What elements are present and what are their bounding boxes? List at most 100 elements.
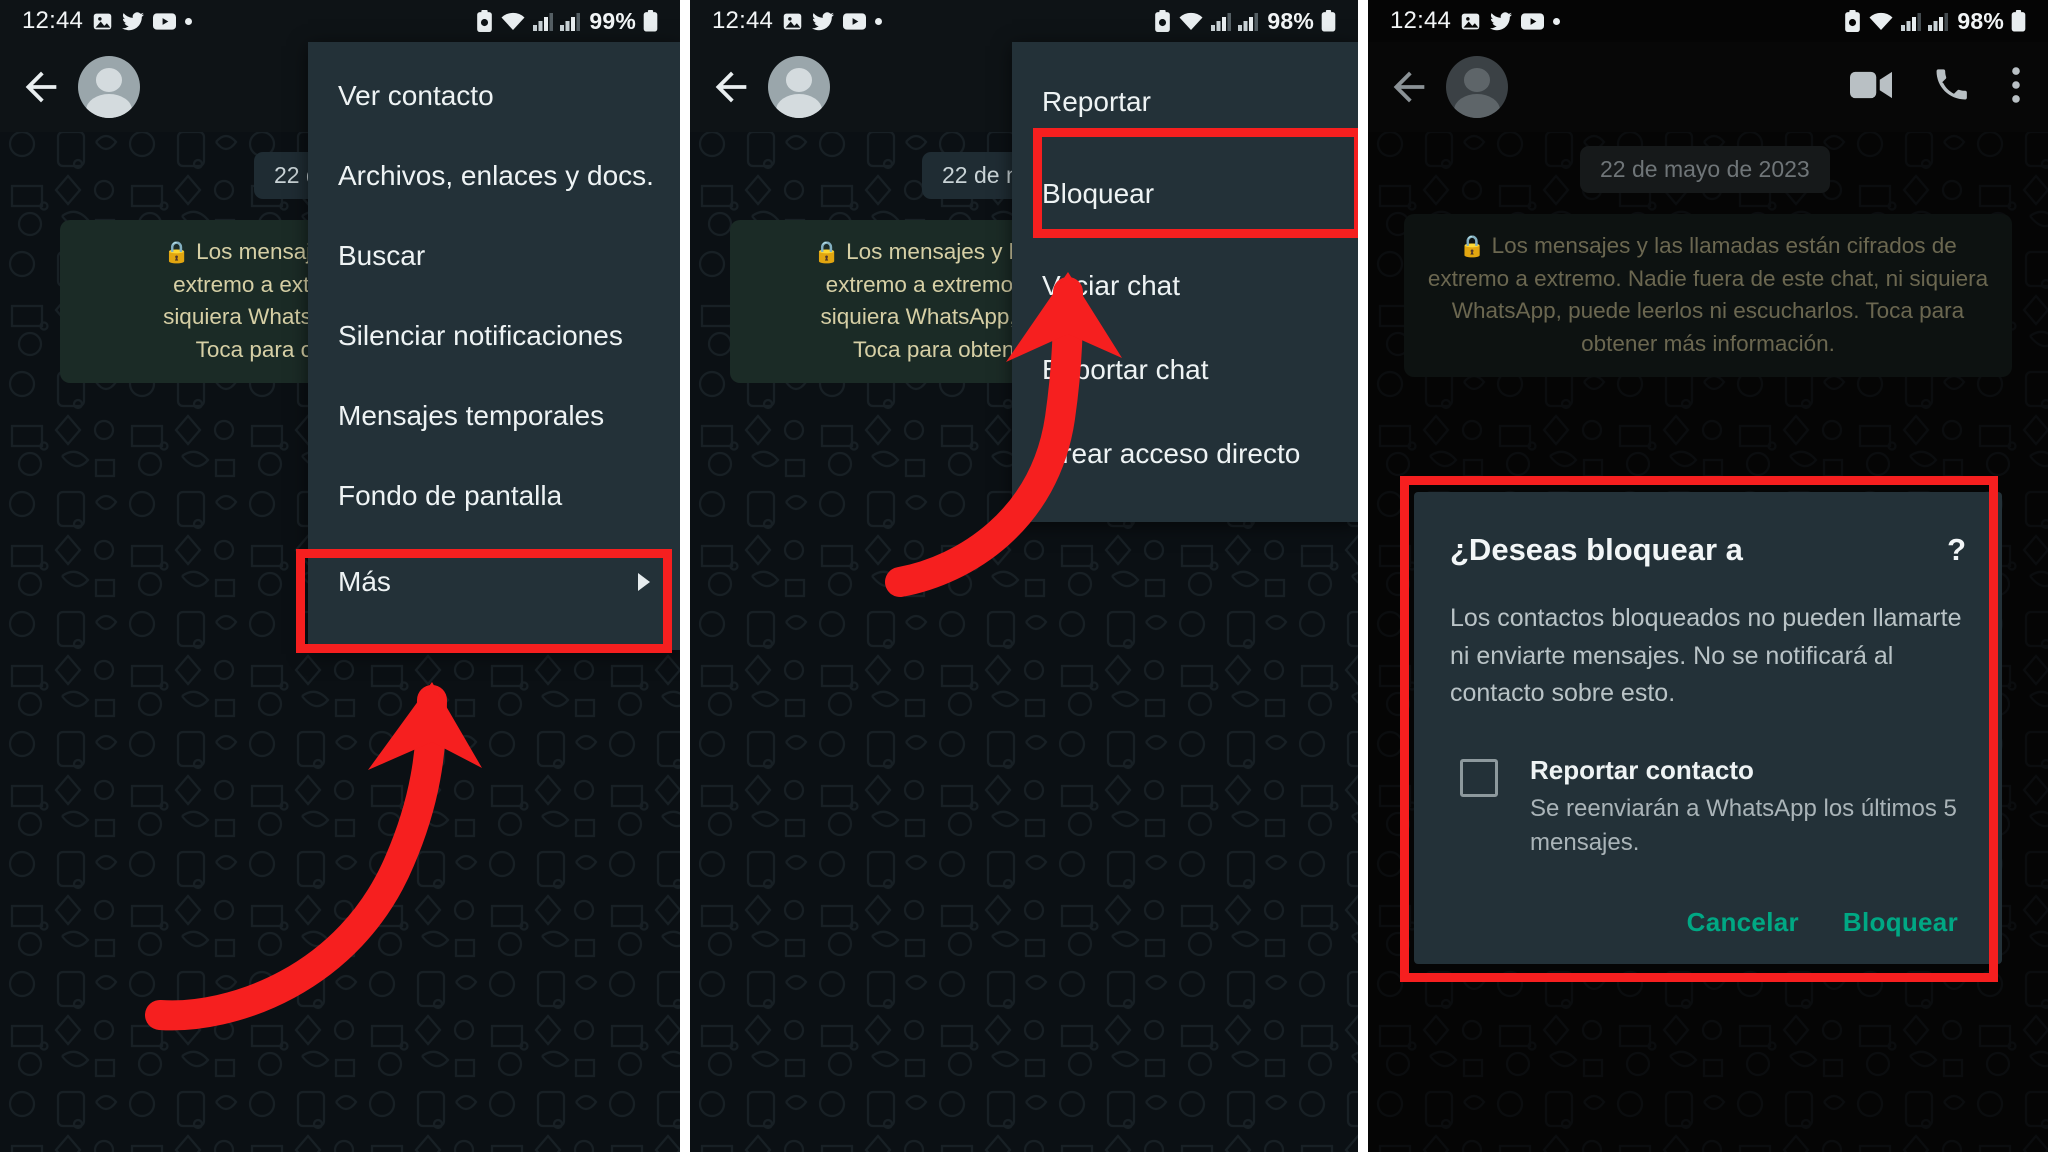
dot-icon <box>875 17 883 25</box>
signal-2-icon <box>560 12 581 31</box>
menu-item-exportar-chat[interactable]: Exportar chat <box>1012 328 1358 412</box>
app-bar-actions <box>1850 66 2030 109</box>
twitter-icon <box>1490 11 1513 31</box>
status-time: 12:44 <box>1390 7 1452 34</box>
phone-panel-1: 12:44 99% 22 de 🔒 Los mensajes extremo a… <box>0 0 680 1152</box>
menu-item-crear-acceso-directo[interactable]: Crear acceso directo <box>1012 412 1358 496</box>
menu-item-reportar[interactable]: Reportar <box>1012 60 1358 144</box>
menu-item-label: Exportar chat <box>1042 354 1209 385</box>
back-arrow-icon[interactable] <box>1386 64 1432 110</box>
menu-item-label: Silenciar notificaciones <box>338 320 623 351</box>
menu-item-buscar[interactable]: Buscar <box>308 216 680 296</box>
report-contact-texts: Reportar contacto Se reenviarán a WhatsA… <box>1530 755 1966 862</box>
battery-saver-icon <box>1154 9 1171 33</box>
battery-percent: 98% <box>1267 7 1314 34</box>
youtube-icon <box>153 12 177 30</box>
signal-1-icon <box>1901 12 1922 31</box>
signal-2-icon <box>1238 12 1259 31</box>
app-bar <box>1368 42 2048 132</box>
phone-panel-2: 12:44 98% 22 de ma 🔒 Los mensajes y extr… <box>690 0 1358 1152</box>
battery-saver-icon <box>476 9 493 33</box>
menu-item-label: Vaciar chat <box>1042 270 1180 301</box>
dialog-title: ¿Deseas bloquear a <box>1450 532 1743 567</box>
dot-icon <box>1553 17 1561 25</box>
contact-avatar[interactable] <box>1446 56 1508 118</box>
twitter-icon <box>812 11 835 31</box>
contact-avatar[interactable] <box>768 56 830 118</box>
menu-item-label: Ver contacto <box>338 80 494 111</box>
menu-item-label: Fondo de pantalla <box>338 480 563 511</box>
back-arrow-icon[interactable] <box>18 64 64 110</box>
dialog-body-text: Los contactos bloqueados no pueden llama… <box>1450 604 1962 707</box>
dot-icon <box>185 17 193 25</box>
battery-percent: 98% <box>1957 7 2004 34</box>
battery-icon <box>643 10 658 32</box>
status-time: 12:44 <box>712 7 774 34</box>
phone-call-icon[interactable] <box>1934 68 1968 107</box>
signal-2-icon <box>1928 12 1949 31</box>
report-contact-label: Reportar contacto <box>1530 754 1754 785</box>
report-contact-checkbox[interactable] <box>1460 758 1498 797</box>
lock-icon: 🔒 <box>813 241 840 264</box>
menu-item-label: Bloquear <box>1042 178 1155 209</box>
status-bar-left: 12:44 <box>712 7 883 35</box>
back-arrow-icon[interactable] <box>708 64 754 110</box>
battery-percent: 99% <box>589 7 636 34</box>
menu-item-vaciar-chat[interactable]: Vaciar chat <box>1012 244 1358 328</box>
menu-item-label: Más <box>338 566 391 597</box>
menu-item-mas[interactable]: Más <box>308 536 680 628</box>
status-bar-right: 99% <box>476 8 658 35</box>
status-bar: 12:44 <box>0 0 680 42</box>
youtube-icon <box>1521 12 1545 30</box>
cancel-button[interactable]: Cancelar <box>1687 907 1799 938</box>
menu-item-label: Reportar <box>1042 86 1151 117</box>
gallery-icon <box>1460 11 1481 32</box>
overflow-submenu[interactable]: Reportar Bloquear Vaciar chat Exportar c… <box>1012 42 1358 522</box>
menu-item-label: Crear acceso directo <box>1042 438 1301 469</box>
screenshot-stage: 12:44 99% 22 de 🔒 Los mensajes extremo a… <box>0 0 2048 1152</box>
dialog-title-suffix: ? <box>1947 532 1966 567</box>
menu-item-bloquear[interactable]: Bloquear <box>1012 144 1358 244</box>
status-bar-left: 12:44 <box>1390 7 1561 35</box>
menu-item-label: Buscar <box>338 240 426 271</box>
status-bar: 12:44 <box>1368 0 2048 42</box>
menu-item-label: Mensajes temporales <box>338 400 605 431</box>
block-button[interactable]: Bloquear <box>1843 907 1958 938</box>
status-bar-right: 98% <box>1844 8 2026 35</box>
status-bar-left: 12:44 <box>22 7 193 35</box>
video-call-icon[interactable] <box>1850 70 1892 105</box>
dialog-actions: Cancelar Bloquear <box>1450 907 1966 938</box>
encryption-notice-text: Los mensajes y las llamadas están cifrad… <box>1427 233 1989 356</box>
lock-icon: 🔒 <box>1459 235 1486 258</box>
menu-item-mensajes-temporales[interactable]: Mensajes temporales <box>308 376 680 456</box>
overflow-menu-icon[interactable] <box>2010 66 2022 109</box>
phone-panel-3: 12:44 98% 22 de mayo de 2023 🔒 Los mensa… <box>1368 0 2048 1152</box>
battery-icon <box>2011 10 2026 32</box>
youtube-icon <box>843 12 867 30</box>
date-chip: 22 de mayo de 2023 <box>1580 146 1830 193</box>
menu-item-archivos[interactable]: Archivos, enlaces y docs. <box>308 136 680 216</box>
menu-item-silenciar[interactable]: Silenciar notificaciones <box>308 296 680 376</box>
twitter-icon <box>122 11 145 31</box>
gallery-icon <box>782 11 803 32</box>
status-bar: 12:44 <box>690 0 1358 42</box>
menu-item-fondo-pantalla[interactable]: Fondo de pantalla <box>308 456 680 536</box>
contact-avatar[interactable] <box>78 56 140 118</box>
status-time: 12:44 <box>22 7 84 34</box>
chevron-right-icon <box>638 573 650 591</box>
wifi-icon <box>1178 11 1204 31</box>
panel-divider-2 <box>1358 0 1368 1152</box>
menu-item-label: Archivos, enlaces y docs. <box>338 160 654 191</box>
dialog-title-row: ¿Deseas bloquear a ? <box>1450 532 1966 568</box>
wifi-icon <box>1868 11 1894 31</box>
menu-item-ver-contacto[interactable]: Ver contacto <box>308 56 680 136</box>
block-contact-dialog: ¿Deseas bloquear a ? Los contactos bloqu… <box>1414 492 2002 965</box>
status-bar-right: 98% <box>1154 8 1336 35</box>
encryption-notice[interactable]: 🔒 Los mensajes y las llamadas están cifr… <box>1404 214 2012 377</box>
lock-icon: 🔒 <box>163 241 190 264</box>
report-contact-option[interactable]: Reportar contacto Se reenviarán a WhatsA… <box>1450 755 1966 862</box>
wifi-icon <box>500 11 526 31</box>
panel-divider-1 <box>680 0 690 1152</box>
signal-1-icon <box>1211 12 1232 31</box>
overflow-menu[interactable]: Ver contacto Archivos, enlaces y docs. B… <box>308 42 680 650</box>
